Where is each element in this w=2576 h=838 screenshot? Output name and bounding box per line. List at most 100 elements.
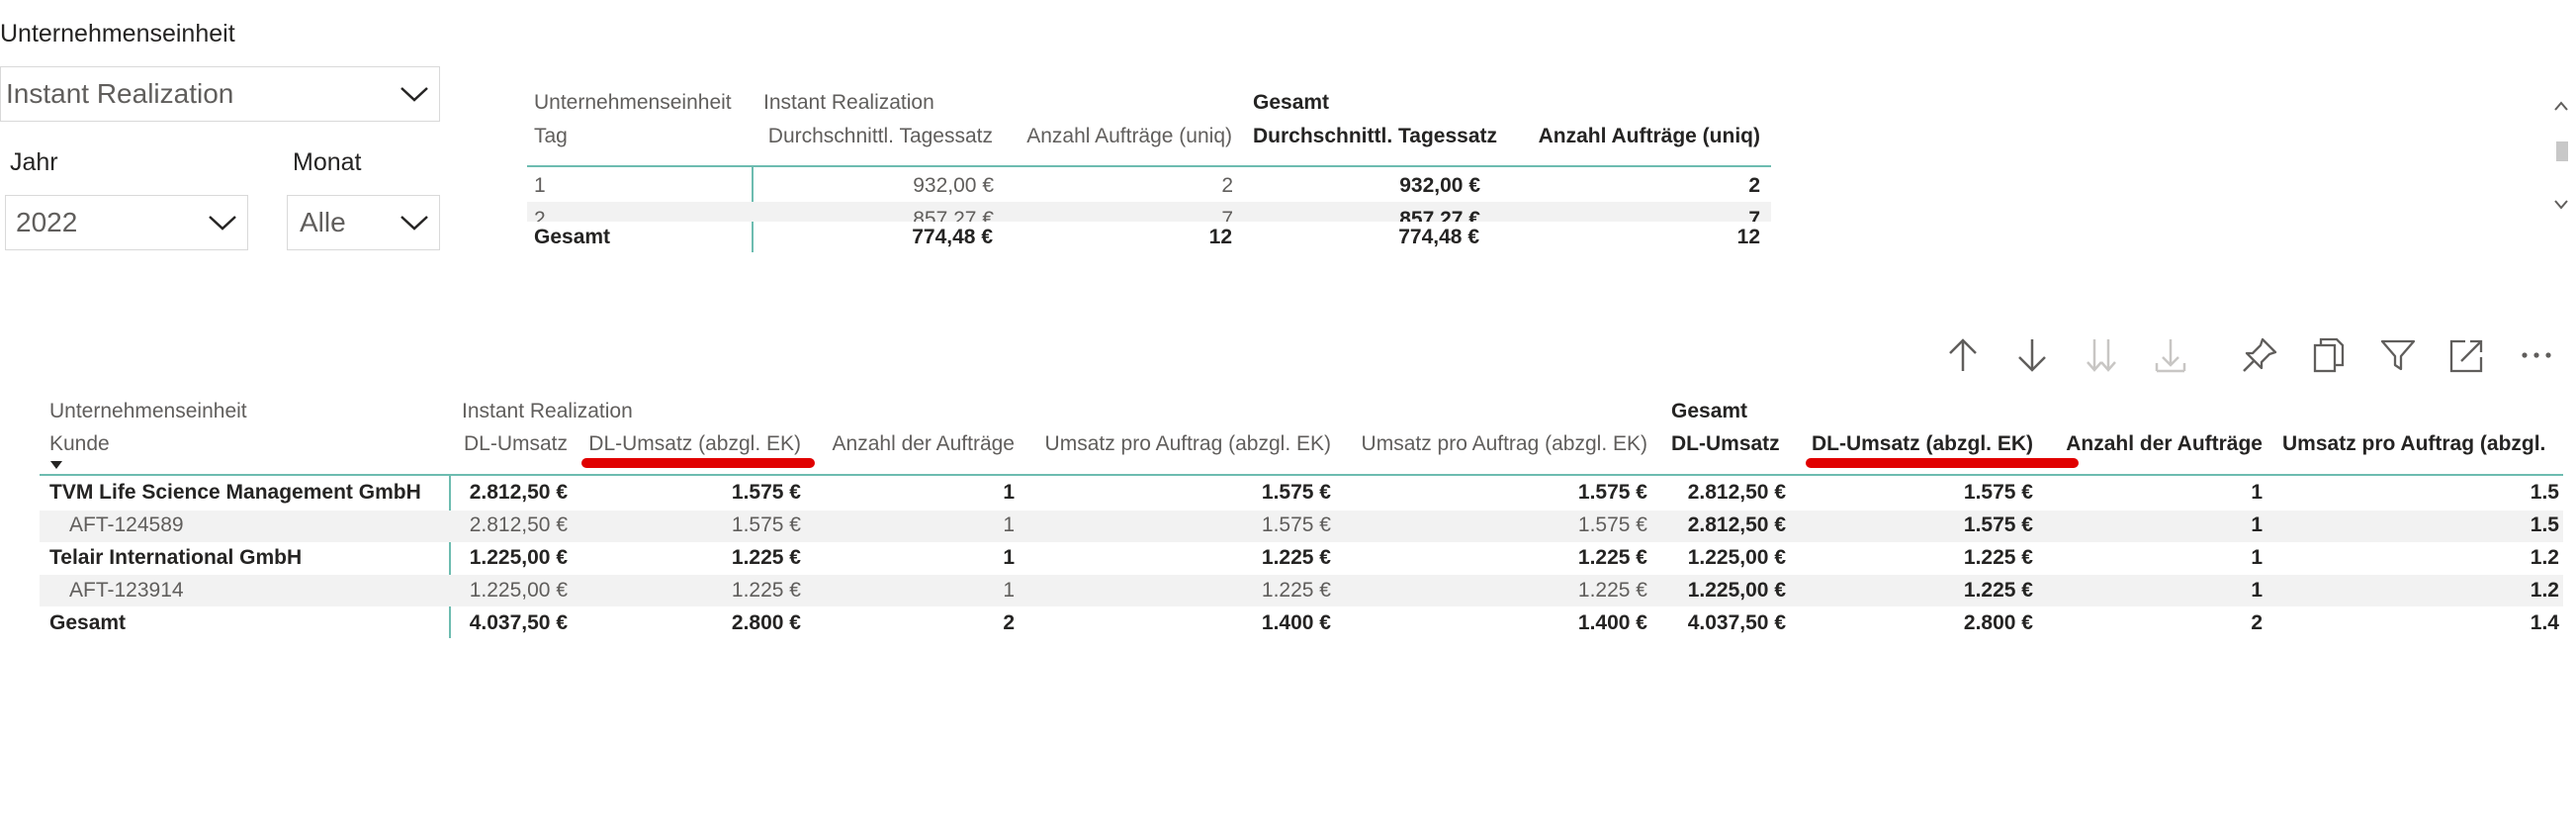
order-row-label[interactable]: AFT-124589 <box>69 512 184 539</box>
focus-mode-icon[interactable] <box>2444 332 2490 378</box>
total-cell: 1.2 <box>2530 579 2559 602</box>
month-dropdown[interactable]: Alle <box>287 195 440 250</box>
chevron-down-icon <box>400 87 428 102</box>
row-header-customer: Kunde <box>49 432 110 455</box>
matrix-cell: 1.225 € <box>1577 579 1647 602</box>
customer-row-label[interactable]: Telair International GmbH <box>49 544 302 572</box>
matrix-cell: 2.800 € <box>731 611 801 634</box>
col-header-umsatz-pro-auftrag-2[interactable]: Umsatz pro Auftrag (abzgl. EK) <box>1339 430 1647 458</box>
matrix-cell: 1.225,00 € <box>469 546 568 569</box>
row-header-divider <box>449 476 451 638</box>
scrollbar-thumb[interactable] <box>2556 141 2568 161</box>
total-cell: 2.812,50 € <box>1687 481 1786 504</box>
col-header-dl-umsatz-abzgl-ek[interactable]: DL-Umsatz (abzgl. EK) <box>576 430 801 458</box>
sort-descending-icon[interactable] <box>49 460 63 470</box>
drill-down-icon[interactable] <box>2009 332 2055 378</box>
col-header-dl-umsatz[interactable]: DL-Umsatz <box>455 430 568 458</box>
expand-next-level-icon[interactable] <box>2079 332 2124 378</box>
scroll-down-icon[interactable] <box>2553 198 2569 212</box>
year-slicer-title: Jahr <box>10 148 58 176</box>
top-col-header-avg[interactable]: Durchschnittl. Tagessatz <box>763 123 993 150</box>
top-cell: 2 <box>1748 174 1760 197</box>
more-options-icon[interactable] <box>2514 332 2559 378</box>
total-cell: 1 <box>2251 579 2263 602</box>
total-cell: 2.812,50 € <box>1687 513 1786 536</box>
matrix-cell: 1.225 € <box>1261 546 1331 569</box>
top-cell: 2 <box>1221 174 1233 197</box>
month-slicer-title: Monat <box>293 148 362 176</box>
matrix-cell: 1.575 € <box>1261 481 1331 504</box>
matrix-cell: 2.812,50 € <box>469 481 568 504</box>
total-cell: 1.225 € <box>1963 579 2033 602</box>
unit-dropdown[interactable]: Instant Realization <box>0 66 440 122</box>
top-cell: 857,27 € <box>913 208 994 222</box>
top-row-label: 2 <box>534 208 546 222</box>
top-row-header-unit: Unternehmenseinheit <box>534 91 732 114</box>
top-total-cell: 774,48 € <box>912 226 993 248</box>
top-total-label: Gesamt <box>534 226 611 248</box>
top-row-label: 1 <box>534 174 546 197</box>
highlight-mark <box>1806 458 2079 468</box>
col-header-anzahl-auftraege[interactable]: Anzahl der Aufträge <box>809 430 1015 458</box>
top-total-cell: 774,48 € <box>1398 226 1479 248</box>
matrix-cell: 1 <box>1003 513 1015 536</box>
total-cell: 1 <box>2251 546 2263 569</box>
matrix-cell: 1.225 € <box>1577 546 1647 569</box>
top-row-header-day: Tag <box>534 125 568 147</box>
total-cell: 1.4 <box>2530 611 2559 634</box>
top-cell: 932,00 € <box>1399 174 1480 197</box>
matrix-cell: 1.225 € <box>731 579 801 602</box>
matrix-cell: 1.575 € <box>1261 513 1331 536</box>
total-col-header-anzahl-auftraege[interactable]: Anzahl der Aufträge <box>2043 430 2263 458</box>
matrix-cell: 1.225 € <box>731 546 801 569</box>
chevron-down-icon <box>400 216 428 231</box>
top-total-col-header-avg[interactable]: Durchschnittl. Tagessatz <box>1253 123 1497 150</box>
copy-icon[interactable] <box>2306 332 2352 378</box>
group-header-unit: Instant Realization <box>462 400 633 422</box>
year-dropdown[interactable]: 2022 <box>5 195 248 250</box>
pin-icon[interactable] <box>2237 332 2282 378</box>
total-cell: 1 <box>2251 481 2263 504</box>
total-cell: 1.225,00 € <box>1687 546 1786 569</box>
matrix-cell: 1 <box>1003 579 1015 602</box>
month-dropdown-value: Alle <box>300 207 346 237</box>
col-header-umsatz-pro-auftrag[interactable]: Umsatz pro Auftrag (abzgl. EK) <box>1022 430 1331 458</box>
top-header-divider <box>527 165 1771 167</box>
matrix-cell: 1.225,00 € <box>469 579 568 602</box>
chevron-down-icon <box>209 216 236 231</box>
top-cell: 7 <box>1221 208 1233 222</box>
total-col-header-dl-umsatz-abzgl-ek[interactable]: DL-Umsatz (abzgl. EK) <box>1796 430 2033 458</box>
total-col-header-umsatz-pro-auftrag[interactable]: Umsatz pro Auftrag (abzgl. <box>2282 430 2545 458</box>
drill-up-icon[interactable] <box>1940 332 1986 378</box>
total-cell: 1.225,00 € <box>1687 579 1786 602</box>
matrix-cell: 1.225 € <box>1261 579 1331 602</box>
scroll-up-icon[interactable] <box>2553 99 2569 113</box>
group-header-total: Gesamt <box>1671 400 1748 422</box>
customer-row-label[interactable]: TVM Life Science Management GmbH <box>49 479 421 507</box>
header-divider <box>40 474 2563 476</box>
matrix-cell: 1.575 € <box>731 481 801 504</box>
top-total-cell: 12 <box>1208 226 1232 248</box>
top-col-header-count[interactable]: Anzahl Aufträge (uniq) <box>1005 123 1232 150</box>
top-matrix-body[interactable]: 1 932,00 € 2 932,00 € 2 2 857,27 € 7 857… <box>527 168 1771 222</box>
matrix-cell: 1 <box>1003 481 1015 504</box>
order-row-label[interactable]: AFT-123914 <box>69 577 184 605</box>
unit-dropdown-value: Instant Realization <box>6 78 234 109</box>
total-cell: 1.2 <box>2530 546 2559 569</box>
top-cell: 932,00 € <box>913 174 994 197</box>
top-cell: 7 <box>1748 208 1760 222</box>
total-cell: 1.5 <box>2530 481 2559 504</box>
top-cell: 857,27 € <box>1399 208 1480 222</box>
grand-total-label: Gesamt <box>49 611 127 634</box>
filter-icon[interactable] <box>2375 332 2421 378</box>
matrix-cell: 1 <box>1003 546 1015 569</box>
total-cell: 1.5 <box>2530 513 2559 536</box>
year-dropdown-value: 2022 <box>16 207 78 237</box>
expand-all-icon[interactable] <box>2148 332 2193 378</box>
total-cell: 1.575 € <box>1963 513 2033 536</box>
top-total-col-header-count[interactable]: Anzahl Aufträge (uniq) <box>1513 123 1760 150</box>
top-group-header-total: Gesamt <box>1253 91 1330 114</box>
matrix-cell: 2 <box>1003 611 1015 634</box>
total-cell: 4.037,50 € <box>1687 611 1786 634</box>
total-col-header-dl-umsatz[interactable]: DL-Umsatz <box>1671 430 1780 458</box>
